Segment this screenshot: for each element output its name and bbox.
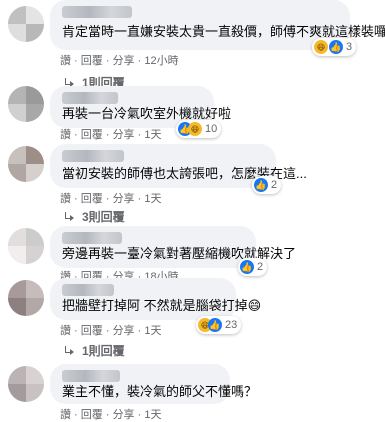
comment-text: 把牆壁打掉阿 不然就是腦袋打掉😄 (62, 298, 262, 313)
comment-bubble: 肯定當時一直嫌安裝太貴一直殺價，師傅不爽就這樣裝囉 (50, 0, 385, 50)
like-icon: 👍 (208, 318, 222, 332)
timestamp[interactable]: 1天 (144, 129, 161, 141)
reaction-count: 3 (346, 41, 353, 53)
replies-label: 3則回覆 (82, 210, 125, 224)
reply-link[interactable]: 回覆 (81, 129, 103, 141)
haha-icon: 😆 (188, 122, 202, 136)
avatar[interactable] (8, 146, 44, 182)
timestamp[interactable]: 1天 (144, 409, 161, 421)
share-link[interactable]: 分享 (113, 193, 135, 205)
comment-bubble: 把牆壁打掉阿 不然就是腦袋打掉😄 (50, 278, 261, 320)
like-link[interactable]: 讚 (60, 193, 71, 205)
comment-actions: 讚 · 回覆 · 分享 · 1天 (60, 129, 162, 141)
view-replies-link[interactable]: 3則回覆 (64, 208, 125, 225)
comment-actions: 讚 · 回覆 · 分享 · 1天 (60, 193, 162, 205)
avatar[interactable] (8, 228, 44, 264)
reaction-summary[interactable]: 😆 👍 3 (312, 38, 357, 56)
reaction-summary[interactable]: 👍 2 (252, 176, 282, 194)
comment-text: 業主不懂，裝冷氣的師父不懂嗎？ (62, 384, 258, 399)
reaction-count: 2 (271, 179, 278, 191)
avatar[interactable] (8, 86, 44, 122)
comment-actions: 讚 · 回覆 · 分享 · 1天 (60, 325, 162, 337)
reaction-count: 23 (225, 319, 238, 331)
avatar[interactable] (8, 6, 44, 42)
view-replies-link[interactable]: 1則回覆 (64, 342, 125, 359)
timestamp[interactable]: 1天 (144, 325, 161, 337)
reply-link[interactable]: 回覆 (81, 409, 103, 421)
comment-bubble: 業主不懂，裝冷氣的師父不懂嗎？ (50, 364, 257, 404)
share-link[interactable]: 分享 (113, 325, 135, 337)
reaction-summary[interactable]: 👍 2 (238, 258, 268, 276)
reaction-count: 2 (257, 261, 264, 273)
reply-arrow-icon (64, 345, 76, 356)
like-icon: 👍 (329, 40, 343, 54)
share-link[interactable]: 分享 (113, 409, 135, 421)
like-link[interactable]: 讚 (60, 325, 71, 337)
haha-icon: 😆 (314, 40, 328, 54)
commenter-name-blurred[interactable] (62, 150, 124, 162)
commenter-name-blurred[interactable] (62, 232, 122, 244)
reply-arrow-icon (64, 211, 76, 222)
commenter-name-blurred[interactable] (62, 92, 118, 104)
replies-label: 1則回覆 (82, 344, 125, 358)
comment-bubble: 當初安裝的師傅也太誇張吧，怎麼裝在這... (50, 144, 307, 188)
reaction-summary[interactable]: 👍 😆 10 (176, 120, 222, 138)
comment-bubble: 旁邊再裝一臺冷氣對著壓縮機吹就解決了 (50, 226, 296, 268)
avatar[interactable] (8, 366, 44, 402)
like-icon: 👍 (254, 178, 268, 192)
reply-link[interactable]: 回覆 (81, 325, 103, 337)
like-link[interactable]: 讚 (60, 409, 71, 421)
share-link[interactable]: 分享 (113, 55, 135, 67)
timestamp[interactable]: 12小時 (144, 55, 178, 67)
avatar[interactable] (8, 280, 44, 316)
like-link[interactable]: 讚 (60, 129, 71, 141)
like-icon: 👍 (240, 260, 254, 274)
reaction-summary[interactable]: 😆 👍 23 (196, 316, 242, 334)
reply-link[interactable]: 回覆 (81, 193, 103, 205)
timestamp[interactable]: 1天 (144, 193, 161, 205)
commenter-name-blurred[interactable] (62, 6, 132, 18)
commenter-name-blurred[interactable] (62, 370, 120, 382)
reaction-count: 10 (205, 123, 218, 135)
share-link[interactable]: 分享 (113, 129, 135, 141)
reply-link[interactable]: 回覆 (81, 55, 103, 67)
like-link[interactable]: 讚 (60, 55, 71, 67)
commenter-name-blurred[interactable] (62, 284, 114, 296)
comment-actions: 讚 · 回覆 · 分享 · 12小時 (60, 55, 179, 67)
